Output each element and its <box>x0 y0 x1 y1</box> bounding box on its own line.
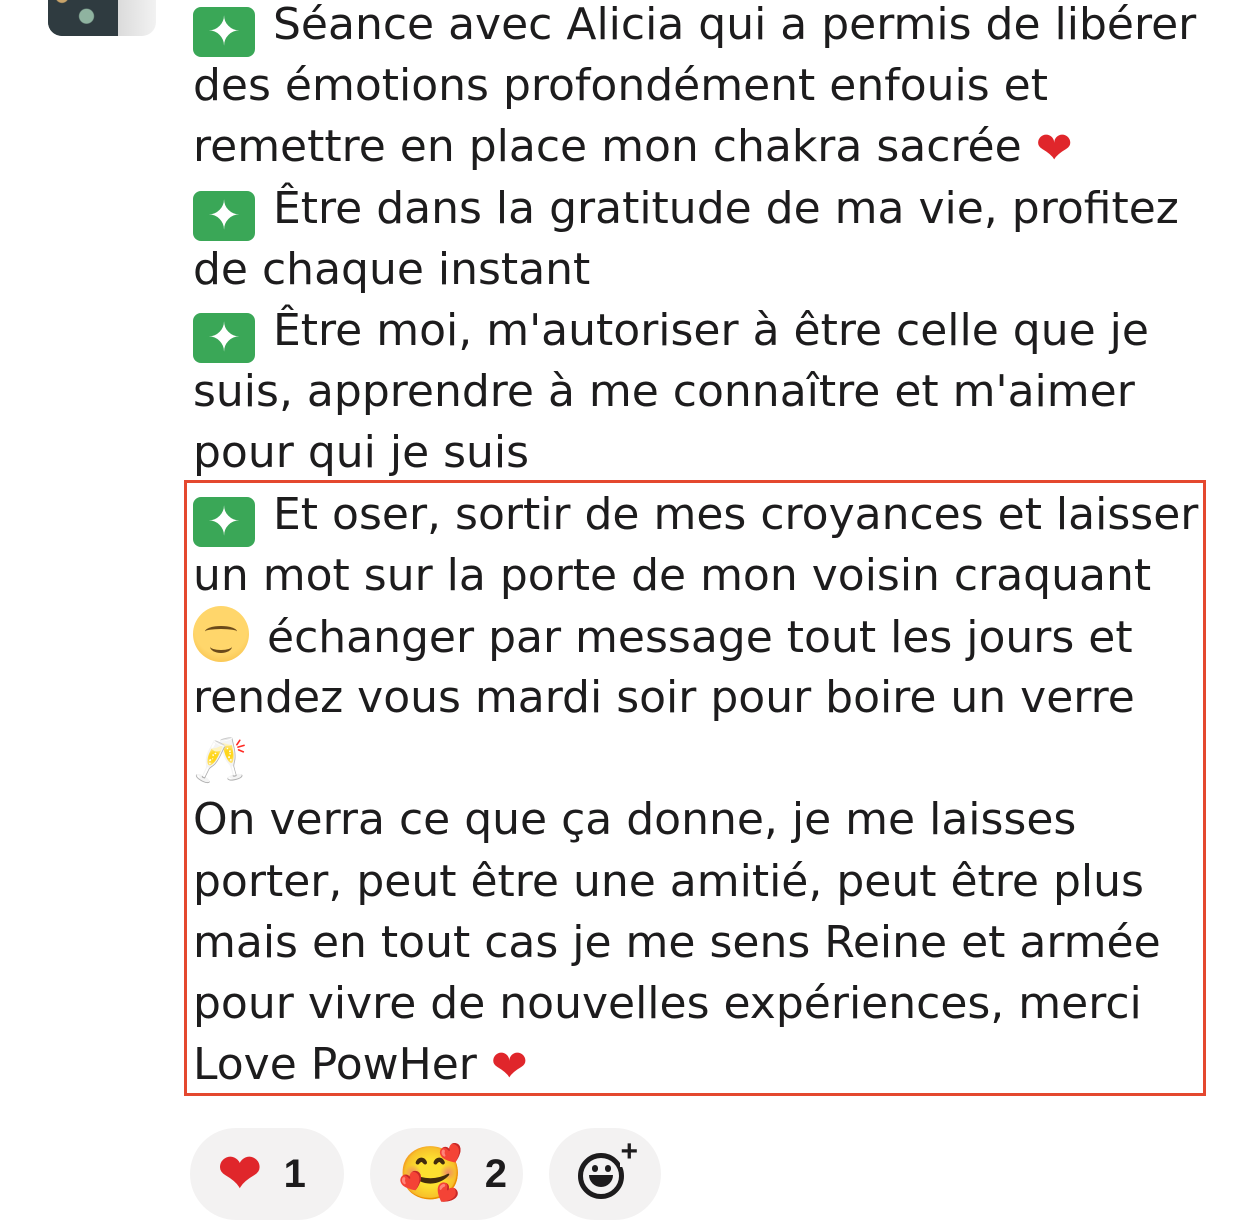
message-line: ✦ Séance avec Alicia qui a permis de libé… <box>193 0 1203 57</box>
message-line: de chaque instant <box>193 239 1203 300</box>
add-reaction-icon: + <box>578 1137 638 1201</box>
highlight-box <box>184 480 1206 1096</box>
plus-icon: + <box>620 1135 638 1168</box>
message-line: pour qui je suis <box>193 422 1203 483</box>
message-line: des émotions profondément enfouis et <box>193 55 1203 116</box>
message-line-text: remettre en place mon chakra sacrée <box>193 121 1022 173</box>
sparkles-icon: ✦ <box>193 312 255 363</box>
message-line-text: Séance avec Alicia qui a permis de libér… <box>273 0 1197 50</box>
smiling-face-with-hearts-icon: 🥰 <box>398 1145 463 1203</box>
message-line: ✦ Être dans la gratitude de ma vie, profi… <box>193 178 1203 241</box>
message-line: remettre en place mon chakra sacrée ❤ <box>193 116 1203 177</box>
sparkles-icon: ✦ <box>193 7 255 57</box>
avatar-image <box>48 0 118 36</box>
message-line-text: pour qui je suis <box>193 427 530 479</box>
reactions-bar: ❤ 1 🥰 2 + <box>190 1128 661 1220</box>
reaction-heart-button[interactable]: ❤ 1 <box>190 1128 344 1220</box>
add-reaction-button[interactable]: + <box>549 1128 661 1220</box>
user-avatar[interactable] <box>48 0 156 36</box>
message-line-text: des émotions profondément enfouis et <box>193 60 1048 112</box>
face-eye <box>592 1165 598 1172</box>
red-heart-icon: ❤ <box>1035 123 1073 175</box>
message-line: ✦ Être moi, m'autoriser à être celle que … <box>193 300 1203 363</box>
message-line: suis, apprendre à me connaître et m'aime… <box>193 361 1203 422</box>
reaction-smiling-hearts-button[interactable]: 🥰 2 <box>370 1128 523 1220</box>
reaction-count: 1 <box>283 1151 306 1196</box>
message-line-text: Être moi, m'autoriser à être celle que j… <box>273 304 1149 356</box>
reaction-count: 2 <box>484 1151 507 1196</box>
sparkles-icon: ✦ <box>193 190 255 241</box>
message-line-text: suis, apprendre à me connaître et m'aime… <box>193 366 1135 418</box>
red-heart-icon: ❤ <box>218 1145 262 1203</box>
face-eye <box>605 1165 611 1172</box>
message-line-text: de chaque instant <box>193 243 591 295</box>
message-line-text: Être dans la gratitude de ma vie, profit… <box>273 182 1179 234</box>
